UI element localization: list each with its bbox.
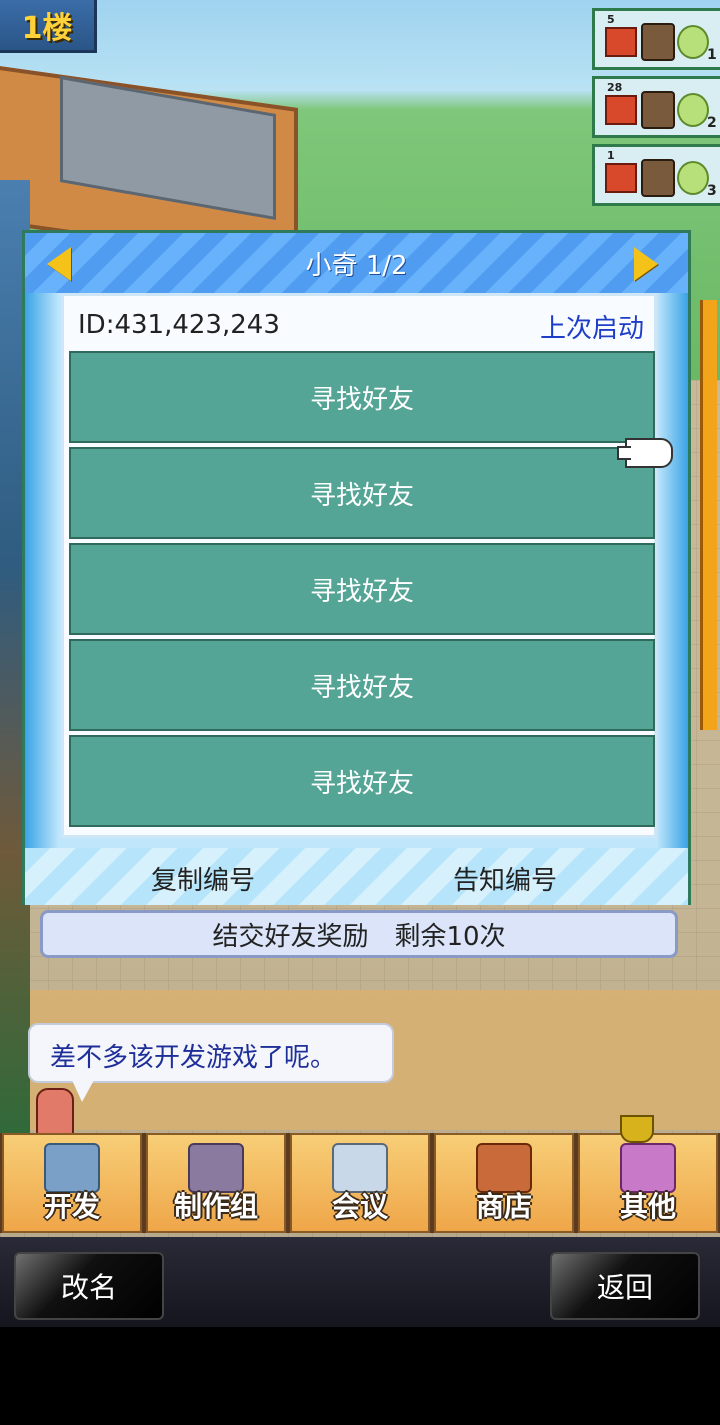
dialog-body: ID:431,423,243 上次启动 寻找好友 寻找好友 寻找好友 寻找好友 … [25, 293, 688, 848]
item-icon [677, 25, 709, 59]
menu-label: 其他 [619, 1190, 676, 1223]
floor-label: 1楼 [21, 11, 73, 46]
pointer-hand-icon [617, 438, 673, 468]
menu-meeting[interactable]: 会议 [290, 1133, 430, 1233]
friend-dialog: 小奇 1/2 ID:431,423,243 上次启动 寻找好友 寻找好友 寻找好… [22, 230, 691, 905]
speech-bubble-tail [72, 1080, 94, 1102]
friend-card: ID:431,423,243 上次启动 寻找好友 寻找好友 寻找好友 寻找好友 … [61, 293, 657, 838]
item-icon [677, 93, 709, 127]
queue-slot-3[interactable]: 1 3 [592, 144, 720, 206]
rename-button[interactable]: 改名 [14, 1252, 164, 1320]
menu-label: 制作组 [173, 1190, 258, 1223]
menu-label: 开发 [43, 1190, 100, 1223]
dialog-footer: 复制编号 告知编号 [25, 848, 688, 905]
dialog-title: 小奇 1/2 [305, 251, 408, 281]
staff-icon [641, 23, 675, 61]
player-id: ID:431,423,243 [78, 310, 280, 340]
menu-develop[interactable]: 开发 [2, 1133, 142, 1233]
staff-character [36, 1088, 74, 1136]
find-friend-button[interactable]: 寻找好友 [69, 543, 655, 635]
find-friend-button[interactable]: 寻找好友 [69, 351, 655, 443]
friend-reward-banner: 结交好友奖励 剩余10次 [40, 910, 678, 958]
side-gauge [700, 300, 717, 730]
find-friend-button[interactable]: 寻找好友 [69, 735, 655, 827]
back-button[interactable]: 返回 [550, 1252, 700, 1320]
dialog-header: 小奇 1/2 [25, 233, 688, 293]
job-box-icon [605, 163, 637, 193]
friend-list: 寻找好友 寻找好友 寻找好友 寻找好友 寻找好友 [69, 351, 655, 831]
queue-count: 28 [607, 81, 623, 94]
menu-team[interactable]: 制作组 [146, 1133, 286, 1233]
job-box-icon [605, 27, 637, 57]
trophy-icon [620, 1115, 654, 1143]
menu-label: 商店 [475, 1190, 532, 1223]
staff-icon [641, 91, 675, 129]
queue-count: 5 [607, 13, 615, 26]
queue-slot-2[interactable]: 28 2 [592, 76, 720, 138]
share-id-button[interactable]: 告知编号 [453, 860, 557, 897]
queue-index: 3 [707, 183, 717, 199]
next-arrow-icon[interactable] [634, 247, 658, 281]
queue-slot-1[interactable]: 5 1 [592, 8, 720, 70]
speech-bubble: 差不多该开发游戏了呢。 [28, 1023, 394, 1083]
queue-index: 2 [707, 115, 717, 131]
floor-badge[interactable]: 1楼 [0, 0, 97, 53]
copy-id-button[interactable]: 复制编号 [151, 860, 255, 897]
staff-icon [641, 159, 675, 197]
menu-label: 会议 [331, 1190, 388, 1223]
queue-count: 1 [607, 149, 615, 162]
find-friend-button[interactable]: 寻找好友 [69, 639, 655, 731]
main-menu: 开发 制作组 会议 商店 其他 [0, 1133, 720, 1233]
last-launch-label: 上次启动 [539, 314, 644, 344]
menu-other[interactable]: 其他 [578, 1133, 718, 1233]
job-box-icon [605, 95, 637, 125]
queue-index: 1 [707, 47, 717, 63]
find-friend-button[interactable]: 寻找好友 [69, 447, 655, 539]
menu-shop[interactable]: 商店 [434, 1133, 574, 1233]
item-icon [677, 161, 709, 195]
